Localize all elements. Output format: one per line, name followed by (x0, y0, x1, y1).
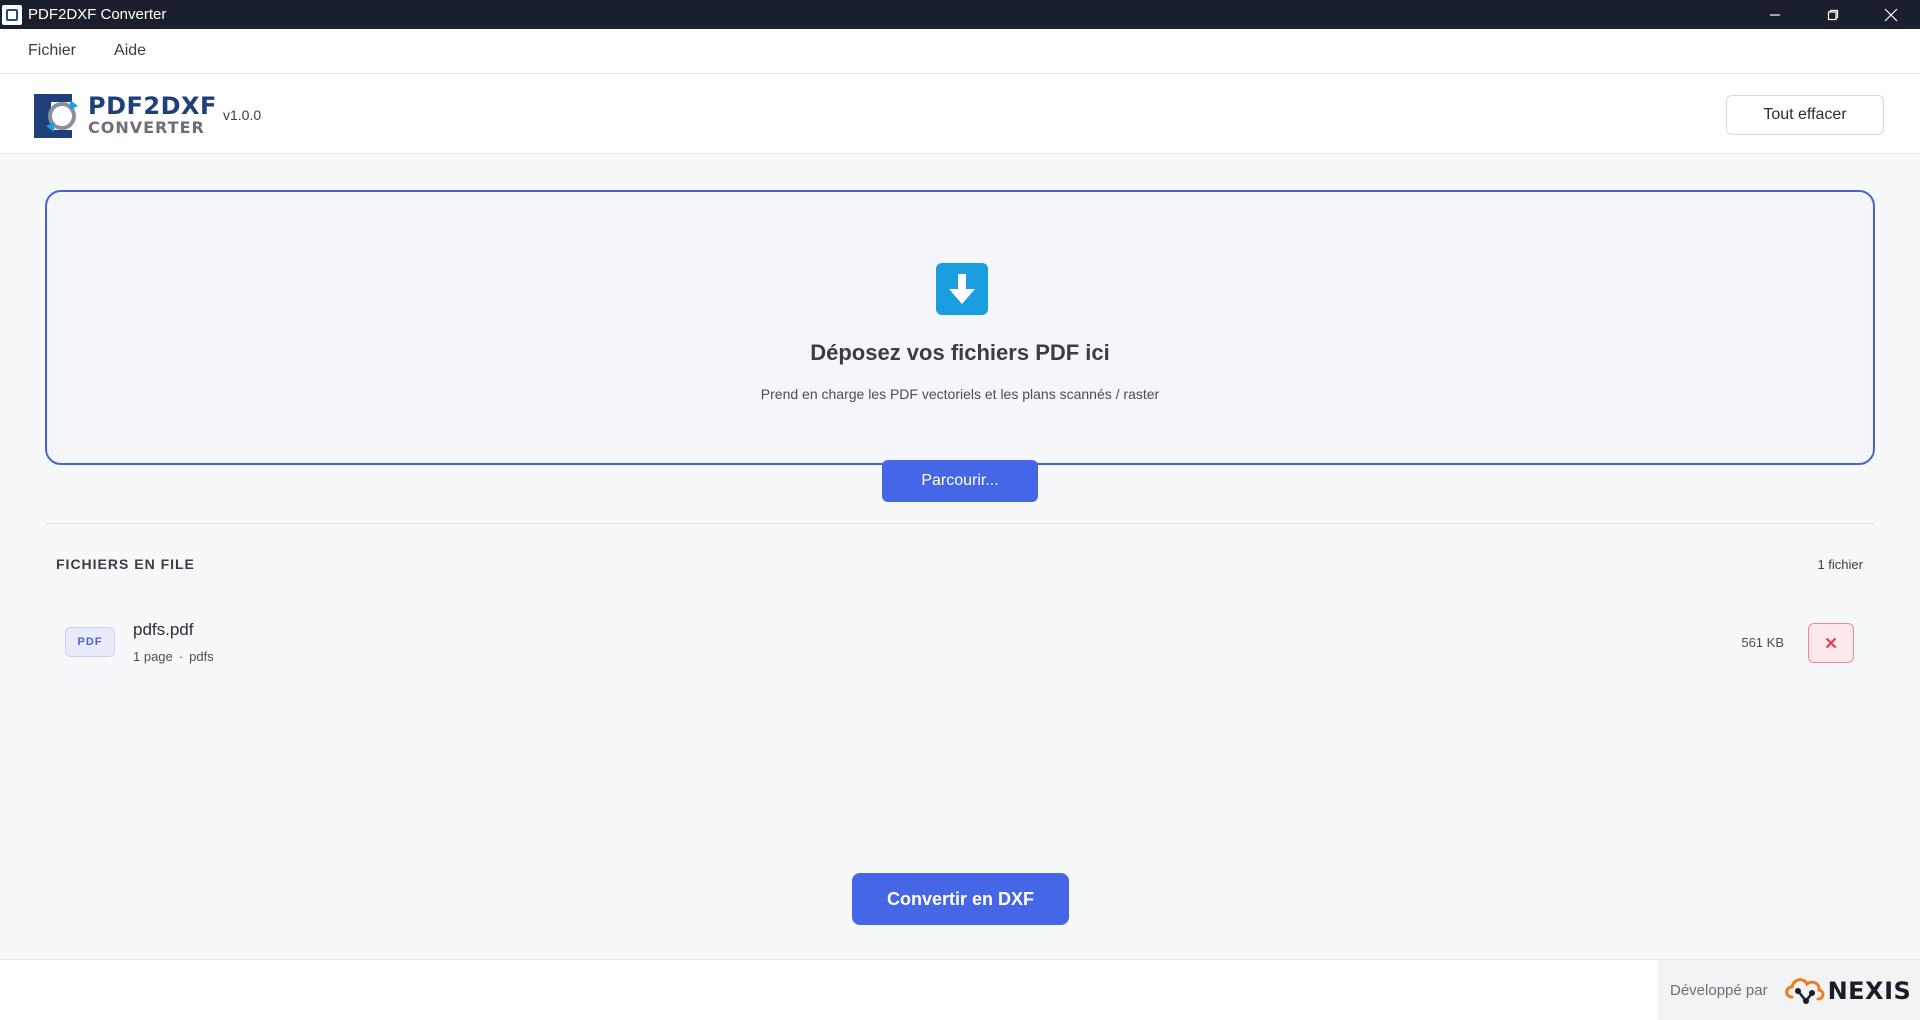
window-title: PDF2DXF Converter (28, 6, 167, 23)
logo-wordmark: PDF2DXF CONVERTER (88, 94, 217, 137)
dropzone-title: Déposez vos fichiers PDF ici (810, 340, 1110, 365)
logo-icon (34, 94, 78, 138)
footer: Développé par NEXIS (0, 959, 1920, 1020)
logo-title: PDF2DXF (88, 92, 217, 120)
restore-icon (1827, 9, 1839, 20)
nexis-brand: NEXIS (1827, 976, 1912, 1005)
restore-button[interactable] (1804, 0, 1862, 29)
close-icon (1825, 637, 1837, 649)
clear-all-button[interactable]: Tout effacer (1726, 95, 1884, 135)
logo-subtitle: CONVERTER (88, 118, 205, 137)
convert-button[interactable]: Convertir en DXF (852, 873, 1069, 925)
browse-button[interactable]: Parcourir... (882, 460, 1038, 502)
pdf-file-icon: PDF (65, 627, 115, 657)
close-icon (1884, 8, 1898, 21)
minimize-button[interactable] (1746, 0, 1804, 29)
window-controls (1746, 0, 1920, 29)
file-row: PDF pdfs.pdf 1 page · pdfs 561 KB (45, 607, 1875, 679)
dropzone-subtitle: Prend en charge les PDF vectoriels et le… (760, 386, 1160, 402)
developer-label: Développé par (1670, 982, 1768, 999)
version-label: v1.0.0 (223, 107, 262, 123)
meta-separator: · (178, 649, 184, 664)
menu-fichier[interactable]: Fichier (16, 36, 88, 66)
section-divider (45, 523, 1875, 524)
remove-file-button[interactable] (1808, 623, 1854, 663)
queue-count: 1 fichier (1817, 557, 1863, 572)
app-icon (2, 4, 22, 25)
nexis-logo-icon (1784, 977, 1825, 1004)
file-pages: 1 page (133, 649, 173, 664)
file-folder: pdfs (189, 649, 214, 664)
file-name: pdfs.pdf (133, 620, 194, 639)
title-bar: PDF2DXF Converter (0, 0, 1920, 29)
download-arrow-icon (936, 263, 988, 315)
file-dropzone[interactable]: Déposez vos fichiers PDF ici Prend en ch… (45, 190, 1875, 465)
minimize-icon (1770, 13, 1780, 16)
queue-title: FICHIERS EN FILE (56, 556, 195, 572)
developer-credit: Développé par NEXIS (1658, 960, 1920, 1020)
menu-aide[interactable]: Aide (102, 36, 158, 66)
menu-bar: Fichier Aide (0, 29, 1920, 74)
app-header: PDF2DXF CONVERTER v1.0.0 Tout effacer (0, 74, 1920, 154)
file-meta: 1 page · pdfs (133, 649, 214, 664)
close-window-button[interactable] (1862, 0, 1920, 29)
file-size: 561 KB (1741, 635, 1784, 650)
